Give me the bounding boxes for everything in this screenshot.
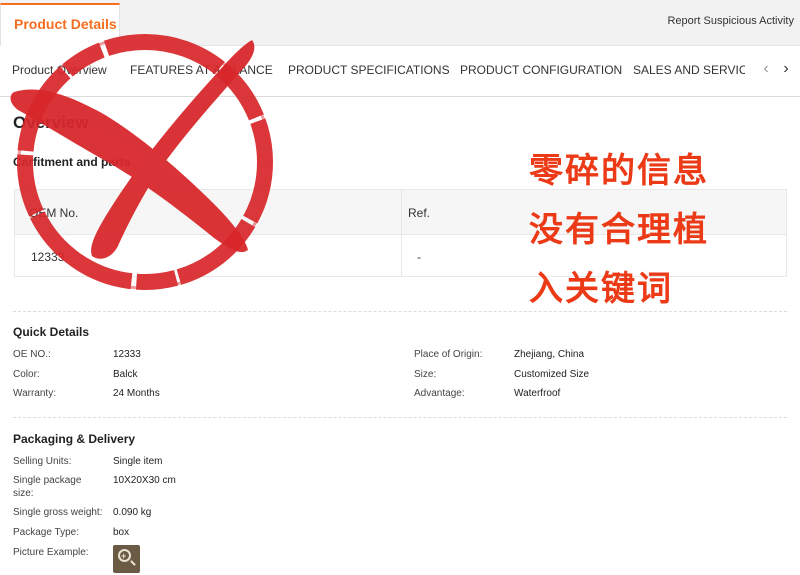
divider: [13, 311, 787, 312]
fitment-title: Carfitment and parts: [13, 155, 131, 169]
nav-sales-service[interactable]: SALES AND SERVICE: [633, 63, 745, 77]
divider: [13, 417, 787, 418]
packaging-label: Single package size:: [13, 475, 82, 499]
header-ref: Ref.: [408, 206, 431, 220]
packaging-value: Single item: [113, 456, 163, 467]
tab-product-details[interactable]: Product Details: [0, 3, 120, 46]
annotation-line: 没有合理植: [529, 210, 709, 250]
detail-label: Place of Origin:: [414, 349, 483, 360]
detail-value: Customized Size: [514, 369, 590, 380]
overview-title: Overview: [13, 113, 89, 132]
top-bar: Product Details Report Suspicious Activi…: [0, 0, 800, 46]
cell-oem-value: 12333: [31, 250, 65, 264]
report-suspicious-link[interactable]: Report Suspicious Activity: [667, 15, 794, 27]
detail-value: Balck: [113, 369, 138, 380]
packaging-value: 10X20X30 cm: [113, 475, 176, 486]
detail-label: OE NO.:: [13, 349, 51, 360]
packaging-label: Picture Example:: [13, 547, 89, 558]
annotation-line: 零碎的信息: [529, 151, 709, 191]
quick-details-title: Quick Details: [13, 325, 90, 339]
nav-configuration[interactable]: PRODUCT CONFIGURATION: [460, 63, 622, 77]
table-divider: [401, 190, 402, 276]
detail-value: Zhejiang, China: [514, 349, 585, 360]
header-oem-no: OEM No.: [29, 206, 79, 220]
picture-example-thumbnail[interactable]: +: [113, 545, 140, 573]
annotation-line: 入关键词: [529, 269, 673, 309]
chevron-right-icon[interactable]: ›: [776, 60, 796, 78]
detail-value: Waterfroof: [514, 388, 561, 399]
detail-value: 24 Months: [113, 388, 160, 399]
nav-arrows: ‹ ›: [756, 60, 796, 78]
packaging-value: box: [113, 527, 130, 538]
packaging-value: 0.090 kg: [113, 507, 152, 518]
detail-label: Color:: [13, 369, 40, 380]
nav-features[interactable]: FEATURES AT A GLANCE: [130, 63, 273, 77]
section-nav: Product Overview FEATURES AT A GLANCE PR…: [0, 46, 800, 97]
packaging-label: Single gross weight:: [13, 507, 103, 518]
cell-ref-value: -: [417, 250, 421, 264]
nav-product-overview[interactable]: Product Overview: [12, 63, 107, 77]
packaging-title: Packaging & Delivery: [13, 432, 136, 446]
packaging-label: Package Type:: [13, 527, 79, 538]
detail-label: Warranty:: [13, 388, 56, 399]
chevron-left-icon[interactable]: ‹: [756, 60, 776, 78]
plus-icon: +: [121, 551, 127, 561]
nav-specifications[interactable]: PRODUCT SPECIFICATIONS: [288, 63, 450, 77]
detail-value: 12333: [113, 349, 141, 360]
detail-label: Advantage:: [414, 388, 465, 399]
tab-product-details-label: Product Details: [14, 16, 117, 32]
packaging-label: Selling Units:: [13, 456, 72, 467]
detail-label: Size:: [414, 369, 437, 380]
